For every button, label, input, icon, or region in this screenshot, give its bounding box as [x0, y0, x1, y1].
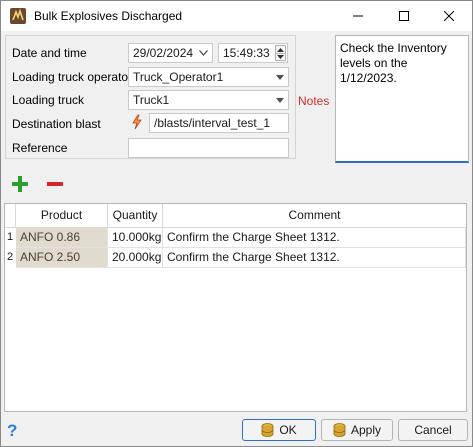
column-header-quantity[interactable]: Quantity — [108, 204, 163, 228]
dropdown-arrow-icon — [276, 98, 284, 103]
table-cell-product[interactable]: ANFO 0.86 — [16, 228, 108, 248]
column-header-comment[interactable]: Comment — [163, 204, 466, 228]
time-spinner[interactable] — [275, 45, 286, 61]
spin-down-icon[interactable] — [275, 53, 286, 61]
reference-label: Reference — [12, 141, 68, 155]
close-button[interactable] — [426, 1, 472, 31]
apply-label: Apply — [350, 423, 382, 437]
maximize-button[interactable] — [381, 1, 427, 31]
table-cell-product[interactable]: ANFO 2.50 — [16, 248, 108, 268]
dropdown-arrow-icon — [276, 75, 284, 80]
minus-icon — [47, 182, 63, 186]
date-picker[interactable]: 29/02/2024 — [128, 43, 213, 63]
app-icon — [10, 8, 26, 24]
ok-button[interactable]: OK — [242, 419, 316, 441]
notes-label: Notes — [298, 94, 330, 108]
table-cell-comment[interactable]: Confirm the Charge Sheet 1312. — [163, 248, 466, 268]
details-form: Date and time 29/02/2024 15:49:33 Loadin… — [5, 35, 296, 159]
table-cell-quantity[interactable]: 20.000kg — [108, 248, 163, 268]
database-icon — [333, 423, 346, 437]
date-value: 29/02/2024 — [133, 46, 194, 60]
row-header-corner — [5, 204, 16, 228]
time-value: 15:49:33 — [223, 46, 270, 60]
row-number: 2 — [6, 251, 14, 263]
blast-icon[interactable] — [129, 114, 145, 130]
destination-value: /blasts/interval_test_1 — [154, 116, 271, 130]
ok-label: OK — [279, 423, 297, 437]
row-number: 1 — [6, 231, 14, 243]
chevron-down-icon — [199, 50, 208, 56]
cancel-label: Cancel — [414, 423, 452, 437]
operator-label: Loading truck operator — [12, 70, 133, 84]
close-icon — [444, 11, 454, 21]
apply-button[interactable]: Apply — [321, 419, 393, 441]
cancel-button[interactable]: Cancel — [398, 419, 468, 441]
column-header-product[interactable]: Product — [16, 204, 108, 228]
products-table[interactable]: Product Quantity Comment 1 ANFO 0.86 10.… — [4, 203, 467, 412]
title-bar: Bulk Explosives Discharged — [1, 1, 472, 31]
notes-text: Check the Inventory levels on the 1/12/2… — [340, 41, 447, 85]
destination-label: Destination blast — [12, 117, 101, 131]
add-row-button[interactable] — [9, 173, 31, 195]
minimize-icon — [353, 15, 363, 17]
table-cell-quantity[interactable]: 10.000kg — [108, 228, 163, 248]
spin-up-icon[interactable] — [275, 45, 286, 53]
window-title: Bulk Explosives Discharged — [34, 9, 183, 23]
database-icon — [261, 423, 274, 437]
maximize-icon — [399, 11, 409, 21]
help-icon[interactable]: ? — [7, 421, 17, 441]
truck-select[interactable]: Truck1 — [128, 90, 289, 110]
plus-icon — [12, 176, 28, 192]
remove-row-button[interactable] — [44, 173, 66, 195]
reference-field[interactable] — [128, 138, 289, 158]
operator-value: Truck_Operator1 — [133, 70, 224, 84]
date-time-label: Date and time — [12, 46, 87, 60]
dialog-window: Bulk Explosives Discharged Date and time… — [0, 0, 473, 447]
operator-select[interactable]: Truck_Operator1 — [128, 67, 289, 87]
time-field[interactable]: 15:49:33 — [218, 43, 288, 63]
destination-field[interactable]: /blasts/interval_test_1 — [149, 113, 289, 133]
minimize-button[interactable] — [335, 1, 381, 31]
truck-value: Truck1 — [133, 93, 170, 107]
notes-textarea[interactable]: Check the Inventory levels on the 1/12/2… — [335, 35, 469, 163]
table-cell-comment[interactable]: Confirm the Charge Sheet 1312. — [163, 228, 466, 248]
truck-label: Loading truck — [12, 93, 85, 107]
